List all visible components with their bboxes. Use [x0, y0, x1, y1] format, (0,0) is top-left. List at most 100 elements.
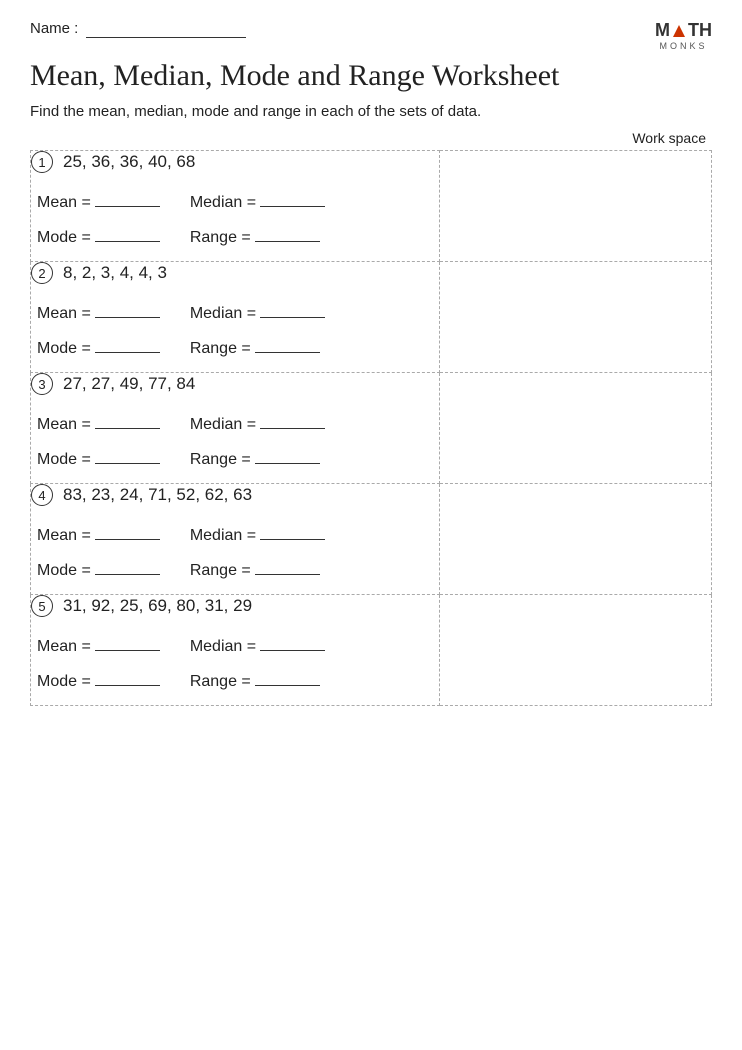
problem-cell-1: 1 25, 36, 36, 40, 68 Mean = Median = Mod… [31, 151, 440, 262]
problem-number-row: 3 27, 27, 49, 77, 84 [31, 373, 439, 395]
range-line-1 [255, 226, 320, 242]
logo-monks-text: MONKS [659, 41, 707, 51]
median-line-2 [260, 302, 325, 318]
range-group-5: Range = [190, 670, 320, 691]
mode-line-5 [95, 670, 160, 686]
mode-group-3: Mode = [37, 448, 160, 469]
range-label-2: Range = [190, 340, 251, 358]
median-label-5: Median = [190, 638, 256, 656]
mean-label-1: Mean = [37, 194, 91, 212]
mean-group-5: Mean = [37, 635, 160, 656]
mode-label-2: Mode = [37, 340, 91, 358]
median-group-2: Median = [190, 302, 325, 323]
problem-cell-2: 2 8, 2, 3, 4, 4, 3 Mean = Median = Mode … [31, 262, 440, 373]
mode-group-5: Mode = [37, 670, 160, 691]
mean-median-row-1: Mean = Median = [31, 191, 439, 212]
mean-line-3 [95, 413, 160, 429]
data-set-4: 83, 23, 24, 71, 52, 62, 63 [63, 485, 252, 505]
mean-group-4: Mean = [37, 524, 160, 545]
range-group-4: Range = [190, 559, 320, 580]
problem-number-row: 4 83, 23, 24, 71, 52, 62, 63 [31, 484, 439, 506]
range-label-3: Range = [190, 451, 251, 469]
median-label-1: Median = [190, 194, 256, 212]
mode-label-4: Mode = [37, 562, 91, 580]
math-monks-logo: M TH MONKS [655, 20, 712, 51]
problem-cell-3: 3 27, 27, 49, 77, 84 Mean = Median = Mod… [31, 373, 440, 484]
mode-range-row-2: Mode = Range = [31, 337, 439, 358]
logo-triangle-icon [672, 24, 686, 38]
range-group-1: Range = [190, 226, 320, 247]
mean-group-2: Mean = [37, 302, 160, 323]
problem-cell-4: 4 83, 23, 24, 71, 52, 62, 63 Mean = Medi… [31, 484, 440, 595]
mean-median-row-3: Mean = Median = [31, 413, 439, 434]
range-line-3 [255, 448, 320, 464]
mean-group-1: Mean = [37, 191, 160, 212]
median-group-3: Median = [190, 413, 325, 434]
workspace-cell-5 [439, 595, 711, 706]
mode-group-1: Mode = [37, 226, 160, 247]
logo-ath: TH [688, 20, 712, 41]
data-set-2: 8, 2, 3, 4, 4, 3 [63, 263, 167, 283]
data-set-1: 25, 36, 36, 40, 68 [63, 152, 195, 172]
range-line-2 [255, 337, 320, 353]
name-label: Name : [30, 20, 78, 37]
problem-number-2: 2 [31, 262, 53, 284]
name-field: Name : [30, 20, 246, 38]
mode-line-2 [95, 337, 160, 353]
table-row: 4 83, 23, 24, 71, 52, 62, 63 Mean = Medi… [31, 484, 712, 595]
median-group-4: Median = [190, 524, 325, 545]
mode-label-3: Mode = [37, 451, 91, 469]
range-line-4 [255, 559, 320, 575]
problem-number-row: 5 31, 92, 25, 69, 80, 31, 29 [31, 595, 439, 617]
mode-line-3 [95, 448, 160, 464]
mean-label-2: Mean = [37, 305, 91, 323]
mean-median-row-5: Mean = Median = [31, 635, 439, 656]
workspace-cell-2 [439, 262, 711, 373]
median-line-5 [260, 635, 325, 651]
mode-line-1 [95, 226, 160, 242]
instructions-text: Find the mean, median, mode and range in… [30, 103, 712, 120]
workspace-cell-1 [439, 151, 711, 262]
range-group-3: Range = [190, 448, 320, 469]
workspace-cell-3 [439, 373, 711, 484]
data-set-5: 31, 92, 25, 69, 80, 31, 29 [63, 596, 252, 616]
mode-range-row-1: Mode = Range = [31, 226, 439, 247]
problem-number-4: 4 [31, 484, 53, 506]
median-line-4 [260, 524, 325, 540]
problem-number-row: 2 8, 2, 3, 4, 4, 3 [31, 262, 439, 284]
median-line-3 [260, 413, 325, 429]
problem-number-1: 1 [31, 151, 53, 173]
median-line-1 [260, 191, 325, 207]
page-header: Name : M TH MONKS [30, 20, 712, 51]
median-label-3: Median = [190, 416, 256, 434]
mean-line-5 [95, 635, 160, 651]
mode-range-row-4: Mode = Range = [31, 559, 439, 580]
median-group-5: Median = [190, 635, 325, 656]
mode-label-5: Mode = [37, 673, 91, 691]
table-row: 3 27, 27, 49, 77, 84 Mean = Median = Mod… [31, 373, 712, 484]
mean-line-4 [95, 524, 160, 540]
table-row: 1 25, 36, 36, 40, 68 Mean = Median = Mod… [31, 151, 712, 262]
median-label-4: Median = [190, 527, 256, 545]
mean-label-5: Mean = [37, 638, 91, 656]
problem-number-5: 5 [31, 595, 53, 617]
problem-cell-5: 5 31, 92, 25, 69, 80, 31, 29 Mean = Medi… [31, 595, 440, 706]
range-group-2: Range = [190, 337, 320, 358]
median-group-1: Median = [190, 191, 325, 212]
problem-number-row: 1 25, 36, 36, 40, 68 [31, 151, 439, 173]
workspace-label: Work space [30, 130, 712, 146]
mean-line-1 [95, 191, 160, 207]
median-label-2: Median = [190, 305, 256, 323]
logo-m: M [655, 20, 670, 41]
mean-median-row-4: Mean = Median = [31, 524, 439, 545]
mean-line-2 [95, 302, 160, 318]
mode-label-1: Mode = [37, 229, 91, 247]
data-set-3: 27, 27, 49, 77, 84 [63, 374, 195, 394]
range-line-5 [255, 670, 320, 686]
table-row: 2 8, 2, 3, 4, 4, 3 Mean = Median = Mode … [31, 262, 712, 373]
mode-group-4: Mode = [37, 559, 160, 580]
mean-label-4: Mean = [37, 527, 91, 545]
range-label-1: Range = [190, 229, 251, 247]
table-row: 5 31, 92, 25, 69, 80, 31, 29 Mean = Medi… [31, 595, 712, 706]
mode-range-row-5: Mode = Range = [31, 670, 439, 691]
